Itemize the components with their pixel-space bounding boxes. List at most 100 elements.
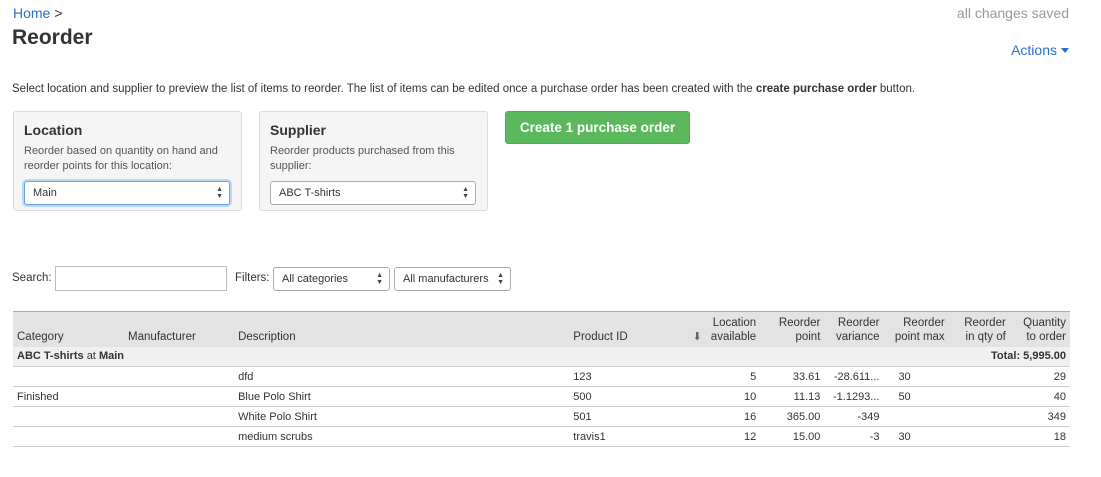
group-label: ABC T-shirts at Main (13, 346, 761, 367)
group-at: at (86, 350, 96, 363)
cell-variance: -1.1293... (824, 386, 884, 407)
column-header-category[interactable]: Category (13, 311, 125, 347)
group-row: ABC T-shirts at Main Total: 5,995.00 (13, 346, 1070, 367)
column-header-reorder-point-max[interactable]: Reorder point max (883, 311, 949, 347)
column-header-reorder-variance[interactable]: Reorder variance (824, 311, 884, 347)
column-header-description[interactable]: Description (234, 311, 570, 347)
select-arrows-icon: ▲ ▼ (497, 272, 504, 286)
intro-text-bold: create purchase order (755, 83, 877, 95)
caret-down-icon (1061, 48, 1069, 53)
cell-blank (682, 406, 706, 427)
group-location: Main (98, 350, 124, 363)
cell-reorder-point: 365.00 (760, 406, 825, 427)
reorder-items-table: Category Manufacturer Description Produc… (13, 311, 1070, 447)
table-row[interactable]: dfd 123 5 33.61 -28.611... 30 29 (13, 366, 1070, 387)
cell-blank (682, 366, 706, 387)
cell-product-id: travis1 (569, 426, 683, 447)
page-title: Reorder (12, 26, 93, 49)
cell-point-max: 50 (883, 386, 949, 407)
cell-product-id: 500 (569, 386, 683, 407)
cell-to-order: 40 (1009, 386, 1070, 407)
cell-product-id: 123 (569, 366, 683, 387)
filters-label: Filters: (235, 272, 270, 284)
cell-variance: -3 (824, 426, 884, 447)
cell-description: White Polo Shirt (234, 406, 570, 427)
cell-to-order: 18 (1009, 426, 1070, 447)
table-row[interactable]: White Polo Shirt 501 16 365.00 -349 349 (13, 406, 1070, 427)
location-panel-title: Location (24, 122, 83, 138)
save-status: all changes saved (956, 5, 1069, 21)
select-arrows-icon: ▲ ▼ (376, 272, 383, 286)
cell-reorder-point: 15.00 (760, 426, 825, 447)
location-select-value: Main (33, 187, 57, 199)
cell-category (13, 426, 125, 447)
cell-available: 16 (705, 406, 761, 427)
table-row[interactable]: Finished Blue Polo Shirt 500 10 11.13 -1.1293… (13, 386, 1070, 407)
column-header-product-id[interactable]: Product ID (569, 311, 683, 347)
cell-reorder-point: 11.13 (760, 386, 825, 407)
actions-label: Actions (1011, 42, 1057, 58)
location-panel-description: Reorder based on quantity on hand and re… (24, 145, 218, 172)
cell-manufacturer (124, 366, 235, 387)
column-header-manufacturer[interactable]: Manufacturer (124, 311, 235, 347)
cell-variance: -349 (824, 406, 884, 427)
cell-available: 12 (705, 426, 761, 447)
column-header-quantity-to-order[interactable]: Quantity to order (1009, 311, 1070, 347)
cell-manufacturer (124, 406, 235, 427)
cell-qty-of (948, 406, 1010, 427)
cell-to-order: 29 (1009, 366, 1070, 387)
cell-point-max (883, 406, 949, 427)
cell-blank (682, 386, 706, 407)
cell-qty-of (948, 366, 1010, 387)
cell-blank (682, 426, 706, 447)
category-filter-select[interactable]: All categories ▲ ▼ (273, 267, 390, 291)
breadcrumb: Home > (13, 5, 63, 21)
cell-point-max: 30 (883, 426, 949, 447)
search-label: Search: (12, 272, 52, 284)
cell-category: Finished (13, 386, 125, 407)
cell-product-id: 501 (569, 406, 683, 427)
cell-category (13, 366, 125, 387)
group-total: Total: 5,995.00 (760, 346, 1070, 367)
cell-available: 5 (705, 366, 761, 387)
cell-description: Blue Polo Shirt (234, 386, 570, 407)
table-header-row: Category Manufacturer Description Produc… (13, 311, 1070, 347)
cell-manufacturer (124, 386, 235, 407)
intro-text-before: Select location and supplier to preview … (12, 83, 756, 95)
supplier-select[interactable]: ABC T-shirts ▲ ▼ (270, 181, 476, 205)
cell-description: medium scrubs (234, 426, 570, 447)
manufacturer-filter-select[interactable]: All manufacturers ▲ ▼ (394, 267, 511, 291)
manufacturer-filter-value: All manufacturers (403, 273, 489, 285)
cell-description: dfd (234, 366, 570, 387)
actions-dropdown[interactable]: Actions (1011, 42, 1069, 58)
supplier-select-value: ABC T-shirts (279, 187, 341, 199)
cell-to-order: 349 (1009, 406, 1070, 427)
group-supplier: ABC T-shirts (17, 350, 84, 363)
supplier-panel-title: Supplier (270, 122, 327, 138)
column-header-location-available[interactable]: Location available (705, 311, 761, 347)
intro-text-after: button. (876, 83, 916, 95)
supplier-panel-description: Reorder products purchased from this sup… (270, 145, 455, 172)
sort-column[interactable]: ⬇ (682, 311, 706, 347)
column-header-reorder-in-qty-of[interactable]: Reorder in qty of (948, 311, 1010, 347)
search-input[interactable] (55, 266, 227, 291)
table-row[interactable]: medium scrubs travis1 12 15.00 -3 30 18 (13, 426, 1070, 447)
create-purchase-order-button[interactable]: Create 1 purchase order (505, 111, 690, 144)
category-filter-value: All categories (282, 273, 349, 285)
select-arrows-icon: ▲ ▼ (216, 186, 223, 200)
intro-text: Select location and supplier to preview … (12, 83, 915, 95)
column-header-reorder-point[interactable]: Reorder point (760, 311, 825, 347)
cell-available: 10 (705, 386, 761, 407)
sort-down-icon: ⬇ (692, 330, 702, 343)
cell-point-max: 30 (883, 366, 949, 387)
location-select[interactable]: Main ▲ ▼ (24, 181, 230, 205)
select-arrows-icon: ▲ ▼ (462, 186, 469, 200)
cell-category (13, 406, 125, 427)
cell-manufacturer (124, 426, 235, 447)
cell-reorder-point: 33.61 (760, 366, 825, 387)
cell-qty-of (948, 426, 1010, 447)
cell-qty-of (948, 386, 1010, 407)
breadcrumb-home-link[interactable]: Home (13, 5, 50, 21)
cell-variance: -28.611... (824, 366, 884, 387)
breadcrumb-separator: > (54, 5, 63, 21)
